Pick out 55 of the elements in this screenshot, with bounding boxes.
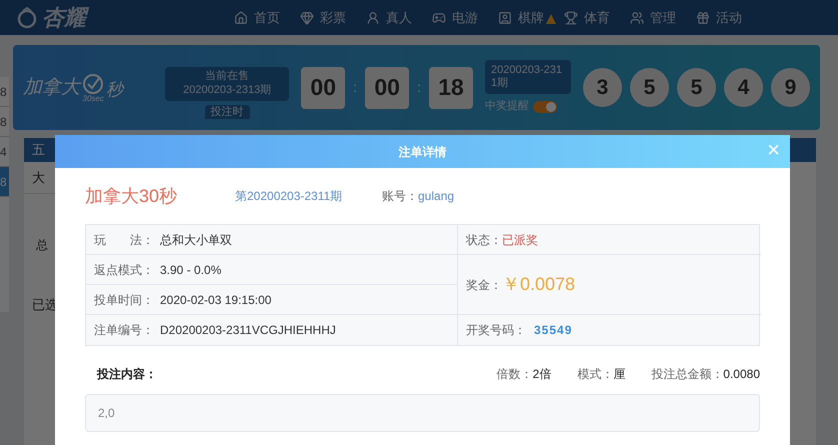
countdown-separator: : xyxy=(417,78,421,97)
panel-title: 五 xyxy=(32,141,46,160)
issue-number: 第20200203-2311期 xyxy=(235,188,344,205)
nav-link[interactable]: 体育 xyxy=(564,8,610,28)
nav-link[interactable]: 真人 xyxy=(366,8,412,28)
nav-link[interactable]: 电游 xyxy=(432,8,478,28)
account-name: gulang xyxy=(418,188,454,205)
gift-icon xyxy=(696,10,710,24)
note-text: 总 xyxy=(36,237,48,254)
emblem-icon xyxy=(16,6,38,28)
nav-link[interactable]: 管理 xyxy=(630,8,676,28)
side-number: 8 xyxy=(0,167,10,197)
draw-cell-text: 开奖号码： 35549 xyxy=(465,322,574,339)
last-issue-panel: 20200203-2311期 xyxy=(485,60,571,94)
play-type-text: 大 xyxy=(32,168,46,187)
status-cell: 状态：已派奖 xyxy=(458,225,761,255)
reminder-label: 中奖提醒 xyxy=(485,99,529,114)
side-number: 8 xyxy=(0,77,10,107)
countdown-digits: 00 xyxy=(365,66,410,108)
bet-stat: 倍数：2倍 xyxy=(496,366,552,383)
bet-tab[interactable]: 投注时 xyxy=(204,104,250,118)
current-issue: 20200203-2313期 xyxy=(183,84,272,98)
current-label: 当前在售 xyxy=(205,70,250,84)
trophy-icon xyxy=(564,10,578,24)
dialog-title: 注单详情 xyxy=(398,144,446,160)
lottery-unit: 秒 xyxy=(106,79,124,101)
person-icon xyxy=(366,10,380,24)
prize-cell: 奖金：￥0.0078 xyxy=(458,255,761,315)
users-icon xyxy=(630,10,644,24)
gamepad-icon xyxy=(432,10,446,24)
detail-cell: 返点模式： 3.90 - 0.0% xyxy=(86,255,458,285)
reminder-toggle[interactable] xyxy=(533,100,557,112)
close-button[interactable]: × xyxy=(767,139,780,161)
bet-stat: 模式：厘 xyxy=(577,366,626,383)
home-icon xyxy=(234,10,248,24)
bet-stat: 投注总金额：0.0080 xyxy=(651,366,760,383)
side-number: 8 xyxy=(0,107,10,137)
countdown-separator: : xyxy=(353,78,358,97)
detail-cell: 投单时间： 2020-02-03 19:15:00 xyxy=(86,285,458,315)
diamond-icon xyxy=(300,10,314,24)
card-icon xyxy=(498,10,512,24)
nav-link[interactable]: 棋牌 xyxy=(498,8,544,28)
nav-link[interactable]: 首页 xyxy=(234,8,280,28)
content-label: 投注内容： xyxy=(97,366,157,383)
countdown-digits: 18 xyxy=(429,66,473,108)
nav-link[interactable]: 活动 xyxy=(696,8,742,28)
countdown-digits: 00 xyxy=(301,66,346,108)
detail-cell: 玩 法： 总和大小单双 xyxy=(86,225,458,255)
game-title: 加拿大30秒 xyxy=(85,184,178,208)
lottery-name: 加拿大 xyxy=(23,76,80,100)
content-value: 2,0 xyxy=(98,405,115,422)
account-label: 账号： xyxy=(382,188,418,205)
lottery-subtitle: 30sec xyxy=(82,94,104,102)
detail-cell: 注单编号： D20200203-2311VCGJHIEHHHJ xyxy=(86,315,458,345)
nav-link[interactable]: 彩票 xyxy=(300,8,346,28)
